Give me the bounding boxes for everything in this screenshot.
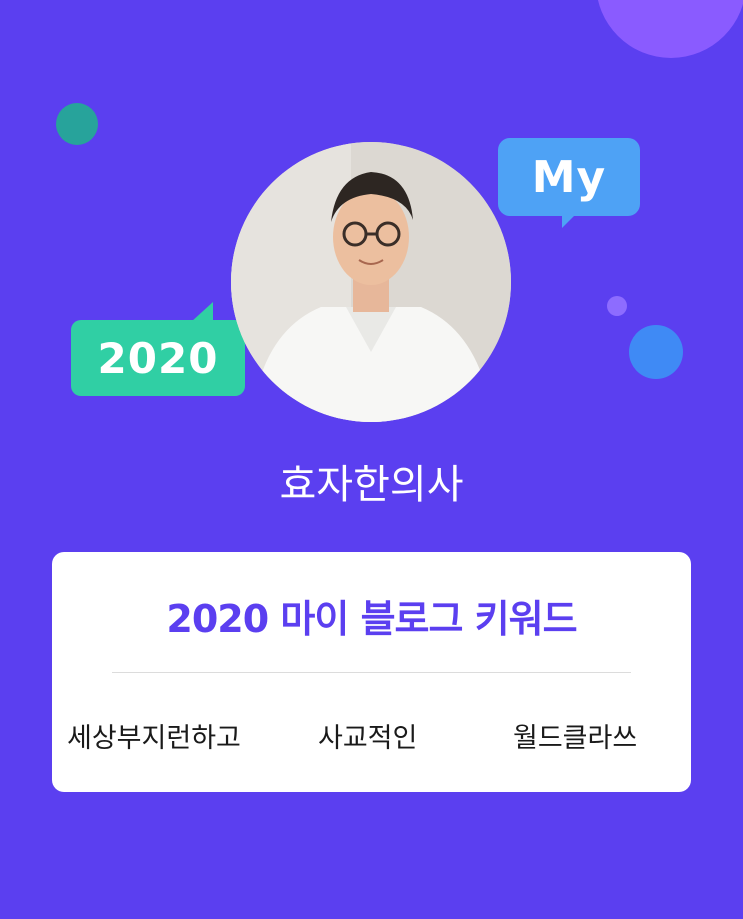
avatar-photo bbox=[231, 142, 511, 422]
card-divider bbox=[112, 672, 631, 673]
my-bubble-tail bbox=[562, 210, 580, 228]
keyword-card: 2020 마이 블로그 키워드 세상부지런하고 사교적인 월드클라쓰 bbox=[52, 552, 691, 792]
year-bubble-label: 2020 bbox=[97, 333, 219, 383]
avatar bbox=[231, 142, 511, 422]
keyword-item: 사교적인 bbox=[318, 723, 418, 754]
card-title: 2020 마이 블로그 키워드 bbox=[166, 597, 577, 641]
decorative-circle-blue bbox=[629, 325, 683, 379]
my-bubble-label: My bbox=[531, 151, 607, 203]
decorative-circle-lilac bbox=[607, 296, 627, 316]
profile-name: 효자한의사 bbox=[279, 462, 464, 508]
keyword-item: 세상부지런하고 bbox=[67, 723, 241, 754]
decorative-circle-top-right bbox=[596, 0, 743, 58]
decorative-circle-teal bbox=[56, 103, 98, 145]
year-speech-bubble: 2020 bbox=[71, 302, 245, 396]
my-speech-bubble: My bbox=[498, 138, 640, 228]
keyword-item: 월드클라쓰 bbox=[513, 723, 638, 754]
year-bubble-tail bbox=[191, 302, 213, 322]
